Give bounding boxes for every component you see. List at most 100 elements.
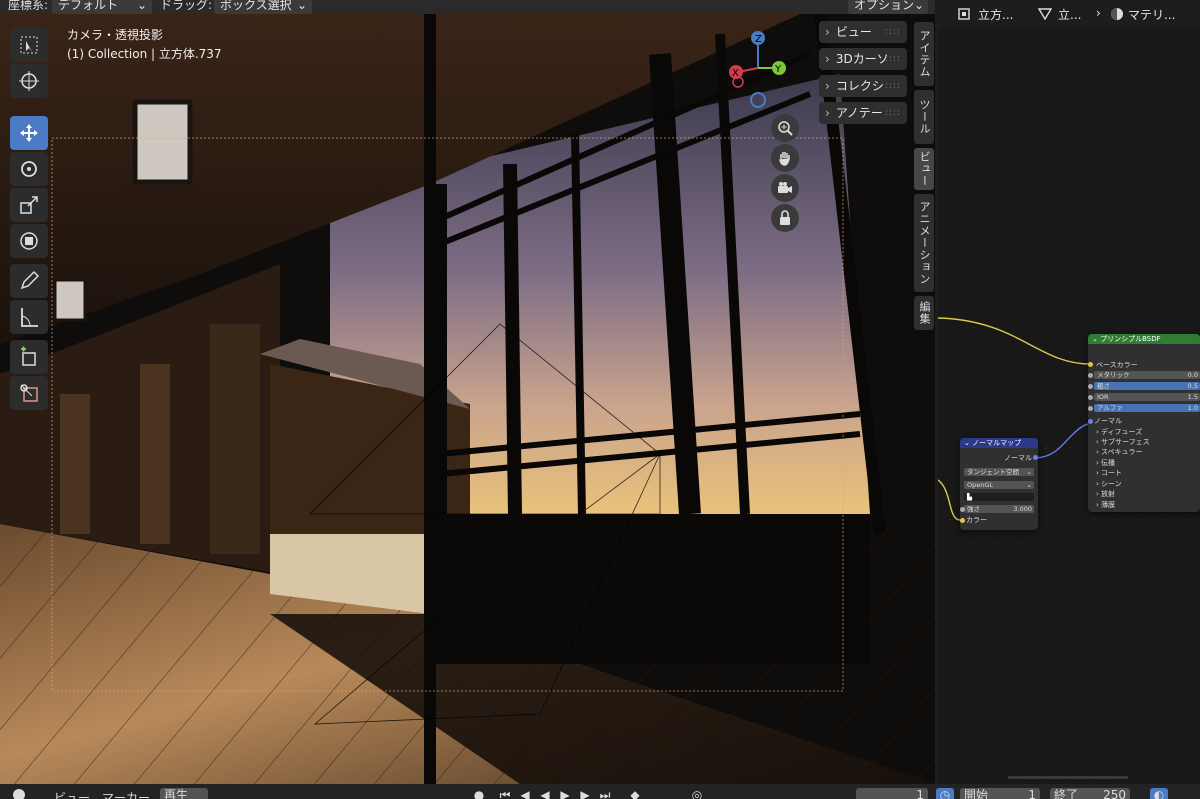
panel-specular[interactable]: › スペキュラー: [1096, 447, 1143, 457]
horizontal-scrollbar[interactable]: [1008, 776, 1128, 779]
marker-menu[interactable]: マーカー: [102, 789, 150, 799]
tab-item[interactable]: アイテム: [914, 22, 934, 86]
zoom-icon: [778, 121, 793, 136]
strength-field[interactable]: 強さ 3.000: [964, 505, 1034, 513]
annotation-popover-header[interactable]: › アノテー::::: [819, 102, 907, 124]
chevron-down-icon: ⌄: [136, 0, 147, 12]
panel-subsurface[interactable]: › サブサーフェス: [1096, 437, 1150, 447]
tab-edit[interactable]: 編集: [914, 296, 934, 330]
end-frame-field[interactable]: 終了 250: [1050, 788, 1130, 799]
chevron-down-icon: ⌄: [296, 0, 307, 12]
metallic-field[interactable]: メタリック 0.0: [1094, 371, 1200, 379]
cursor-tool[interactable]: [10, 64, 48, 98]
panel-transmission[interactable]: › 伝播: [1096, 458, 1115, 468]
lock-view-button[interactable]: [771, 204, 799, 232]
normal-map-node[interactable]: ⌄ ノーマルマップ ノーマル タンジェント空間 ⌄ OpenGL ⌄ ▙ 強さ 3.0…: [960, 438, 1038, 530]
tab-tool[interactable]: ツール: [914, 90, 934, 144]
drag-label: ドラッグ:: [160, 0, 213, 12]
socket-strength[interactable]: [960, 506, 965, 512]
pan-button[interactable]: [771, 144, 799, 172]
roughness-field[interactable]: 粗さ 0.5: [1094, 382, 1200, 390]
select-box-icon: [20, 36, 38, 54]
preview-range-icon[interactable]: ◷: [936, 788, 954, 799]
add-cube-icon: [21, 346, 36, 366]
select-box-tool[interactable]: [10, 28, 48, 62]
add-cube-tool[interactable]: [10, 340, 48, 374]
socket-base-color[interactable]: [1088, 362, 1093, 367]
tab-view[interactable]: ビュー: [914, 148, 934, 190]
tab-animation[interactable]: アニメーション: [914, 194, 934, 292]
orientation-dropdown[interactable]: デフォルト ⌄: [52, 0, 152, 14]
prev-keyframe-icon[interactable]: ◀: [516, 788, 534, 799]
popover-label: 3Dカーソ: [835, 52, 889, 66]
clock-icon[interactable]: [10, 788, 28, 799]
uvmap-dropdown[interactable]: OpenGL ⌄: [964, 481, 1034, 489]
move-tool[interactable]: [10, 116, 48, 150]
measure-tool[interactable]: [10, 300, 48, 334]
transform-tool[interactable]: [10, 224, 48, 258]
annotate-tool[interactable]: [10, 264, 48, 298]
camera-view-button[interactable]: [771, 174, 799, 202]
jump-start-icon[interactable]: ⏮: [496, 788, 514, 799]
socket-metallic[interactable]: [1088, 372, 1093, 378]
keyframe-icon[interactable]: ◆: [626, 788, 644, 799]
socket-roughness[interactable]: [1088, 383, 1093, 389]
drag-handle-icon[interactable]: ::::: [885, 102, 901, 124]
drag-handle-icon[interactable]: ::::: [885, 21, 901, 43]
pencil-icon: [20, 270, 40, 290]
jump-end-icon[interactable]: ⏭: [596, 788, 614, 799]
node-header[interactable]: ⌄ ノーマルマップ: [960, 438, 1038, 448]
drag-handle-icon[interactable]: ::::: [885, 75, 901, 97]
socket-normal[interactable]: [1088, 419, 1093, 424]
drag-handle-icon[interactable]: ::::: [885, 48, 901, 70]
socket-normal-out[interactable]: [1033, 455, 1038, 460]
timeline-header: ビュー マーカー 再生 ● ⏮ ◀ ◀ ▶ ▶ ⏭ ◆ ◎ 1 ◷ 開始 1 終了…: [0, 784, 1200, 799]
panel-coat[interactable]: › コート: [1096, 468, 1122, 478]
shader-node-editor[interactable]: 立方... 立... › マテリ... ⌄ プリンシプルBSDF ベースカラー …: [938, 0, 1200, 784]
uv-name-field[interactable]: ▙: [964, 493, 1034, 501]
view-name-label: カメラ・透視投影: [67, 28, 164, 42]
node-header[interactable]: ⌄ プリンシプルBSDF: [1088, 334, 1200, 344]
axis-gizmo[interactable]: Z X Y: [724, 28, 794, 118]
options-dropdown[interactable]: オプション ⌄: [848, 0, 928, 14]
record-icon[interactable]: ●: [470, 788, 488, 799]
alpha-field[interactable]: アルファ 1.0: [1094, 404, 1200, 412]
measure-icon: [21, 308, 38, 327]
playback-dropdown[interactable]: 再生: [160, 788, 208, 799]
auto-key-icon[interactable]: ◎: [688, 788, 706, 799]
chevron-right-icon: ›: [825, 52, 830, 66]
panel-diffuse[interactable]: › ディフューズ: [1096, 427, 1142, 437]
start-frame-field[interactable]: 開始 1: [960, 788, 1040, 799]
next-keyframe-icon[interactable]: ▶: [576, 788, 594, 799]
socket-alpha[interactable]: [1088, 405, 1093, 411]
view-popover-header[interactable]: › ビュー::::: [819, 21, 907, 43]
options-label: オプション: [854, 0, 915, 12]
viewport-header: 座標系: デフォルト ⌄ ドラッグ: ボックス選択 ⌄ オプション ⌄: [0, 0, 935, 14]
principled-bsdf-node[interactable]: ⌄ プリンシプルBSDF ベースカラー メタリック 0.0 粗さ 0.5 IOR 1.…: [1088, 334, 1200, 512]
input-base-color: ベースカラー: [1096, 361, 1138, 369]
scale-tool[interactable]: [10, 188, 48, 222]
chevron-down-icon: ⌄: [964, 439, 973, 447]
panel-thin-film[interactable]: › 薄膜: [1096, 500, 1115, 510]
panel-emission[interactable]: › 放射: [1096, 489, 1115, 499]
zoom-button[interactable]: [771, 114, 799, 142]
sync-icon[interactable]: ◐: [1150, 788, 1168, 799]
scale-cage-tool[interactable]: [10, 376, 48, 410]
popover-label: ビュー: [835, 25, 872, 39]
space-dropdown[interactable]: タンジェント空間 ⌄: [964, 468, 1034, 476]
socket-ior[interactable]: [1088, 394, 1093, 400]
play-reverse-icon[interactable]: ◀: [536, 788, 554, 799]
ior-field[interactable]: IOR 1.5: [1094, 393, 1200, 401]
camera-icon: [778, 182, 792, 193]
socket-color[interactable]: [960, 518, 965, 523]
view-menu[interactable]: ビュー: [54, 789, 90, 799]
panel-sheen[interactable]: › シーン: [1096, 479, 1122, 489]
current-frame-field[interactable]: 1: [856, 788, 928, 799]
3d-cursor-popover-header[interactable]: › 3Dカーソ::::: [819, 48, 907, 70]
scale-icon: [20, 196, 38, 214]
collection-popover-header[interactable]: › コレクシ::::: [819, 75, 907, 97]
3d-viewport[interactable]: カメラ・透視投影 (1) Collection | 立方体.737 Z X Y …: [0, 14, 935, 784]
play-icon[interactable]: ▶: [556, 788, 574, 799]
rotate-tool[interactable]: [10, 152, 48, 186]
drag-dropdown[interactable]: ボックス選択 ⌄: [214, 0, 312, 14]
